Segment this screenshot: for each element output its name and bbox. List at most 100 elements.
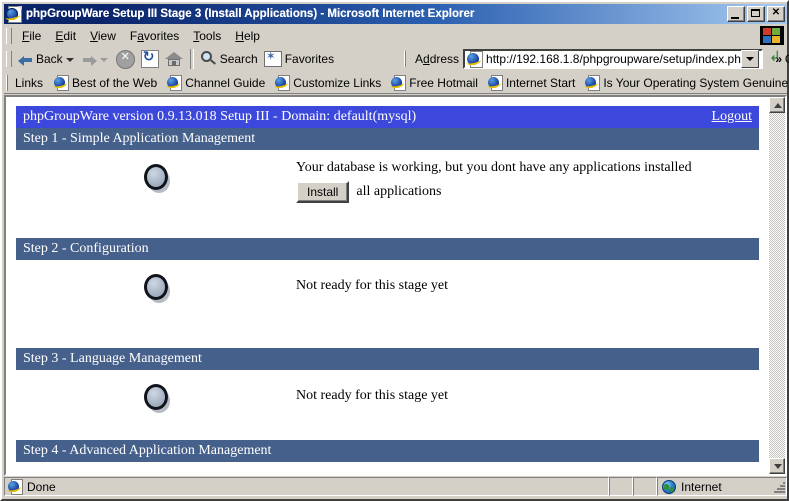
link-label: Is Your Operating System Genuine [603, 75, 789, 90]
link-icon [273, 75, 291, 91]
step-4-message: Not ready for this stage yet [296, 462, 759, 474]
address-value: http://192.168.1.8/phpgroupware/setup/in… [486, 52, 741, 66]
menu-item-file[interactable]: File [15, 27, 48, 45]
link-label: Customize Links [293, 75, 382, 90]
links-label: Links [15, 75, 44, 90]
grey-orb-icon [144, 274, 168, 300]
favorites-star-icon [263, 49, 282, 67]
step-3-header: Step 3 - Language Management [16, 348, 759, 370]
search-icon [200, 51, 217, 67]
windows-flag-logo-icon [760, 26, 784, 45]
step-4-body: Not ready for this stage yet [16, 462, 759, 474]
step-2-message: Not ready for this stage yet [296, 278, 449, 293]
setup-header-title: phpGroupWare version 0.9.13.018 Setup II… [23, 109, 417, 124]
back-button[interactable]: Back [15, 47, 79, 72]
favorites-label: Favorites [284, 52, 335, 66]
chevron-down-icon [774, 464, 782, 469]
link-customize-links[interactable]: Customize Links [270, 74, 386, 91]
link-label: Internet Start [505, 75, 576, 90]
favorites-button[interactable]: Favorites [261, 47, 337, 72]
forward-button[interactable] [79, 47, 113, 72]
search-label: Search [219, 52, 258, 66]
address-input[interactable]: http://192.168.1.8/phpgroupware/setup/in… [463, 49, 763, 69]
link-icon [52, 75, 70, 91]
globe-icon [662, 479, 676, 494]
window-title: phpGroupWare Setup III Stage 3 (Install … [26, 8, 475, 20]
resize-grip[interactable] [772, 480, 786, 494]
setup-header: phpGroupWare version 0.9.13.018 Setup II… [16, 106, 759, 128]
link-best-of-the-web[interactable]: Best of the Web [49, 74, 162, 91]
status-text-panel: Done [4, 477, 609, 496]
title-bar: phpGroupWare Setup III Stage 3 (Install … [4, 4, 787, 24]
install-button[interactable]: Install [296, 181, 350, 203]
link-label: Best of the Web [72, 75, 158, 90]
back-arrow-icon [18, 54, 33, 66]
step-3-spacer [16, 428, 759, 440]
step-1-body: Your database is working, but you dont h… [16, 150, 759, 208]
home-button[interactable] [162, 47, 186, 72]
address-label: Address [415, 52, 460, 66]
menu-bar: File Edit View Favorites Tools Help [4, 25, 787, 47]
link-free-hotmail[interactable]: Free Hotmail [386, 74, 483, 91]
step-3-message: Not ready for this stage yet [296, 388, 449, 403]
menu-item-view[interactable]: View [83, 27, 123, 45]
link-label: Free Hotmail [409, 75, 478, 90]
menu-item-favorites[interactable]: Favorites [123, 27, 186, 45]
address-drag-grip[interactable] [404, 51, 406, 67]
link-icon [583, 75, 601, 91]
link-channel-guide[interactable]: Channel Guide [162, 74, 270, 91]
go-label: Go [785, 52, 789, 66]
step-2-body: Not ready for this stage yet [16, 260, 759, 318]
step-1-message: Your database is working, but you dont h… [296, 160, 692, 175]
toolbar-drag-grip[interactable] [6, 51, 12, 67]
link-icon [165, 75, 183, 91]
search-button[interactable]: Search [198, 47, 261, 72]
stop-icon [115, 49, 135, 69]
vertical-scrollbar[interactable] [769, 97, 785, 474]
page-done-icon [6, 479, 23, 495]
step-1-spacer [16, 208, 759, 238]
page-icon [465, 51, 484, 68]
forward-history-chevron-down-icon[interactable] [99, 56, 108, 63]
step-3-status-cell [16, 370, 296, 410]
step-4-status-cell [16, 462, 296, 474]
window-controls: ✕ [727, 6, 787, 22]
step-1-text-cell: Your database is working, but you dont h… [296, 150, 759, 203]
home-icon [164, 51, 183, 67]
internet-explorer-document-icon [4, 6, 22, 23]
security-zone-text: Internet [681, 479, 722, 494]
link-icon [389, 75, 407, 91]
minimize-button[interactable] [727, 6, 745, 22]
back-history-chevron-down-icon[interactable] [65, 56, 74, 63]
menu-item-tools[interactable]: Tools [186, 27, 228, 45]
menu-drag-grip[interactable] [6, 27, 12, 44]
chevron-up-icon [774, 103, 782, 108]
address-dropdown-chevron-down-icon[interactable] [740, 50, 759, 68]
step-1-action-row: Install all applications [296, 181, 759, 203]
menu-item-help[interactable]: Help [228, 27, 267, 45]
step-1-status-cell [16, 150, 296, 190]
link-internet-start[interactable]: Internet Start [483, 74, 580, 91]
browser-content-frame: phpGroupWare version 0.9.13.018 Setup II… [4, 95, 787, 476]
scroll-down-button[interactable] [769, 458, 785, 474]
link-is-your-operating-system-genuine[interactable]: Is Your Operating System Genuine [580, 74, 789, 91]
step-3-body: Not ready for this stage yet [16, 370, 759, 428]
security-zone-panel[interactable]: Internet [657, 477, 787, 496]
browser-window: phpGroupWare Setup III Stage 3 (Install … [0, 0, 789, 501]
stop-button[interactable] [113, 47, 138, 72]
maximize-button[interactable] [747, 6, 765, 22]
status-bar: Done Internet [4, 476, 787, 497]
close-button[interactable]: ✕ [767, 6, 785, 22]
step-2-spacer [16, 318, 759, 348]
scroll-up-button[interactable] [769, 97, 785, 113]
menu-item-edit[interactable]: Edit [48, 27, 83, 45]
web-page: phpGroupWare version 0.9.13.018 Setup II… [6, 97, 769, 474]
link-label: Channel Guide [185, 75, 266, 90]
status-text: Done [27, 479, 56, 494]
status-panel-spacer-1 [609, 477, 633, 496]
links-drag-grip[interactable] [6, 74, 8, 91]
refresh-button[interactable] [138, 47, 162, 72]
go-button[interactable]: Go [763, 52, 789, 66]
step-2-header: Step 2 - Configuration [16, 238, 759, 260]
logout-link[interactable]: Logout [712, 109, 752, 125]
